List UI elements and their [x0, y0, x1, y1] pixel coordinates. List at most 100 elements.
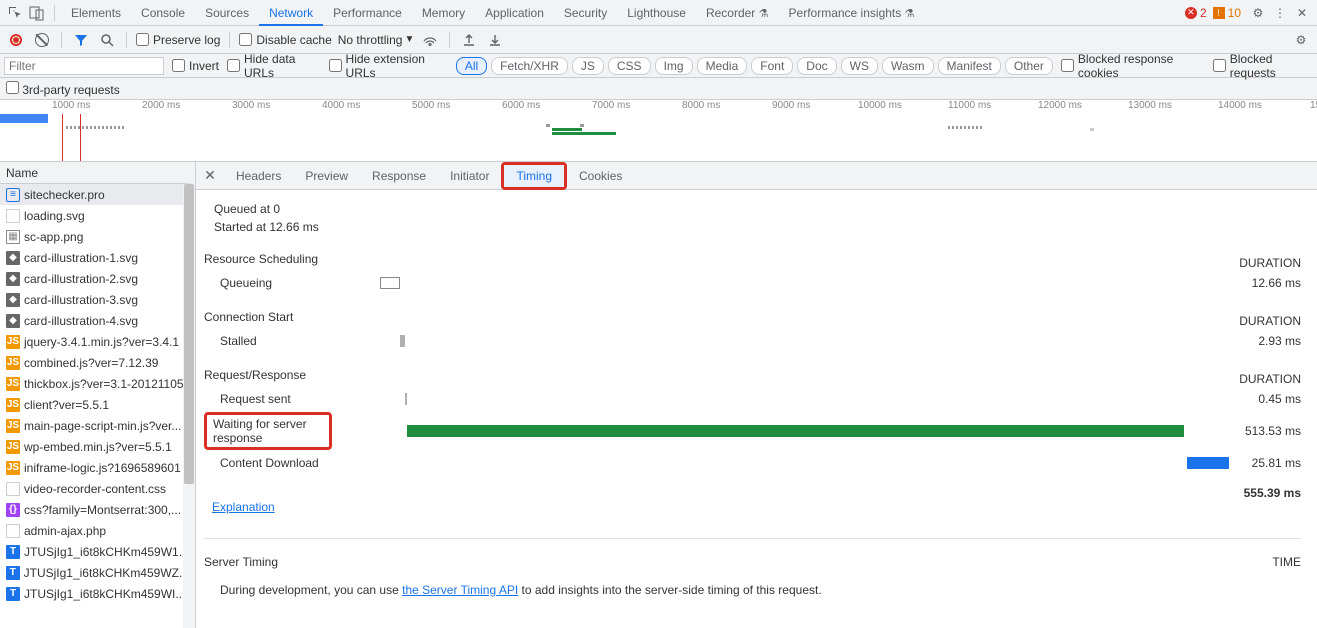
- scrollbar[interactable]: [183, 184, 195, 628]
- tab-network[interactable]: Network: [259, 0, 323, 26]
- request-name: loading.svg: [24, 209, 85, 223]
- preserve-log-checkbox[interactable]: Preserve log: [136, 33, 220, 47]
- request-row[interactable]: loading.svg: [0, 205, 195, 226]
- disable-cache-checkbox[interactable]: Disable cache: [239, 33, 331, 47]
- overview-timeline[interactable]: 1000 ms 2000 ms 3000 ms 4000 ms 5000 ms …: [0, 100, 1317, 162]
- request-row[interactable]: TJTUSjIg1_i6t8kCHKm459WI...: [0, 583, 195, 604]
- queueing-bar: [380, 277, 400, 289]
- network-settings-icon[interactable]: ⚙: [1291, 30, 1311, 50]
- close-details-icon[interactable]: ✕: [196, 167, 224, 184]
- throttling-dropdown[interactable]: No throttling ▼: [338, 33, 415, 47]
- request-row[interactable]: JSclient?ver=5.5.1: [0, 394, 195, 415]
- filter-fetch[interactable]: Fetch/XHR: [491, 57, 568, 75]
- tab-recorder[interactable]: Recorder ⚗: [696, 0, 779, 26]
- filter-ws[interactable]: WS: [841, 57, 878, 75]
- inspect-icon[interactable]: [4, 2, 26, 24]
- tab-performance[interactable]: Performance: [323, 0, 412, 26]
- request-row[interactable]: {}css?family=Montserrat:300,...: [0, 499, 195, 520]
- hide-extension-urls-checkbox[interactable]: Hide extension URLs: [329, 52, 448, 80]
- stalled-row: Stalled 2.93 ms: [204, 328, 1301, 354]
- close-devtools-icon[interactable]: ✕: [1291, 2, 1313, 24]
- invert-checkbox[interactable]: Invert: [172, 59, 219, 73]
- more-icon[interactable]: ⋮: [1269, 2, 1291, 24]
- import-har-icon[interactable]: [459, 30, 479, 50]
- separator: [126, 32, 127, 48]
- request-row[interactable]: ▦sc-app.png: [0, 226, 195, 247]
- request-sent-row: Request sent 0.45 ms: [204, 386, 1301, 412]
- request-row[interactable]: admin-ajax.php: [0, 520, 195, 541]
- tab-security[interactable]: Security: [554, 0, 617, 26]
- request-row[interactable]: JSthickbox.js?ver=3.1-20121105: [0, 373, 195, 394]
- blocked-requests-checkbox[interactable]: Blocked requests: [1213, 52, 1313, 80]
- clear-button[interactable]: [32, 30, 52, 50]
- content-download-label: Content Download: [204, 456, 380, 470]
- tab-preview[interactable]: Preview: [293, 162, 360, 190]
- filter-icon[interactable]: [71, 30, 91, 50]
- warnings-badge[interactable]: !10: [1213, 6, 1241, 20]
- blocked-cookies-checkbox[interactable]: Blocked response cookies: [1061, 52, 1205, 80]
- filter-input[interactable]: [4, 57, 164, 75]
- request-row[interactable]: ◆card-illustration-2.svg: [0, 268, 195, 289]
- hide-data-urls-checkbox[interactable]: Hide data URLs: [227, 52, 321, 80]
- request-name: card-illustration-2.svg: [24, 272, 138, 286]
- request-row[interactable]: JSmain-page-script-min.js?ver...: [0, 415, 195, 436]
- filter-wasm[interactable]: Wasm: [882, 57, 934, 75]
- request-row[interactable]: JScombined.js?ver=7.12.39: [0, 352, 195, 373]
- export-har-icon[interactable]: [485, 30, 505, 50]
- explanation-link[interactable]: Explanation: [212, 500, 275, 514]
- request-row[interactable]: TJTUSjIg1_i6t8kCHKm459W1...: [0, 541, 195, 562]
- settings-icon[interactable]: ⚙: [1247, 2, 1269, 24]
- tab-response[interactable]: Response: [360, 162, 438, 190]
- request-row[interactable]: ◆card-illustration-1.svg: [0, 247, 195, 268]
- tab-memory[interactable]: Memory: [412, 0, 475, 26]
- tab-application[interactable]: Application: [475, 0, 554, 26]
- filter-img[interactable]: Img: [655, 57, 693, 75]
- tab-console[interactable]: Console: [131, 0, 195, 26]
- tab-headers[interactable]: Headers: [224, 162, 293, 190]
- server-timing-api-link[interactable]: the Server Timing API: [402, 583, 518, 597]
- tab-timing[interactable]: Timing: [504, 165, 564, 187]
- request-row[interactable]: ◆card-illustration-4.svg: [0, 310, 195, 331]
- filter-manifest[interactable]: Manifest: [938, 57, 1001, 75]
- request-row[interactable]: ≡sitechecker.pro: [0, 184, 195, 205]
- network-conditions-icon[interactable]: [420, 30, 440, 50]
- request-row[interactable]: ◆card-illustration-3.svg: [0, 289, 195, 310]
- request-row[interactable]: video-recorder-content.css: [0, 478, 195, 499]
- duration-header: DURATION: [1221, 256, 1301, 270]
- main-split: Name ≡sitechecker.pro loading.svg ▦sc-app.…: [0, 162, 1317, 628]
- highlight-waiting: Waiting for server response: [204, 412, 332, 450]
- request-name: thickbox.js?ver=3.1-20121105: [24, 377, 184, 391]
- filter-other[interactable]: Other: [1005, 57, 1053, 75]
- request-name: sc-app.png: [24, 230, 83, 244]
- request-row[interactable]: JSiniframe-logic.js?1696589601: [0, 457, 195, 478]
- scroll-thumb[interactable]: [184, 184, 194, 484]
- third-party-checkbox[interactable]: 3rd-party requests: [6, 81, 120, 97]
- record-button[interactable]: [6, 30, 26, 50]
- request-row[interactable]: JSwp-embed.min.js?ver=5.5.1: [0, 436, 195, 457]
- domcontent-line: [80, 114, 81, 162]
- name-column-header[interactable]: Name: [0, 162, 195, 184]
- filter-js[interactable]: JS: [572, 57, 604, 75]
- filter-font[interactable]: Font: [751, 57, 793, 75]
- filter-all[interactable]: All: [456, 57, 487, 75]
- tab-sources[interactable]: Sources: [195, 0, 259, 26]
- tab-lighthouse[interactable]: Lighthouse: [617, 0, 696, 26]
- request-row[interactable]: TJTUSjIg1_i6t8kCHKm459WZ...: [0, 562, 195, 583]
- tab-initiator[interactable]: Initiator: [438, 162, 501, 190]
- tab-cookies[interactable]: Cookies: [567, 162, 634, 190]
- search-icon[interactable]: [97, 30, 117, 50]
- devtools-tabstrip: Elements Console Sources Network Perform…: [0, 0, 1317, 26]
- device-toggle-icon[interactable]: [26, 2, 48, 24]
- tab-elements[interactable]: Elements: [61, 0, 131, 26]
- request-row[interactable]: JSjquery-3.4.1.min.js?ver=3.4.1: [0, 331, 195, 352]
- tab-perf-insights[interactable]: Performance insights ⚗: [779, 0, 925, 26]
- separator: [449, 32, 450, 48]
- errors-badge[interactable]: ✕2: [1185, 6, 1207, 20]
- request-name: admin-ajax.php: [24, 524, 106, 538]
- request-sent-bar: [405, 393, 407, 405]
- server-timing-text: During development, you can use the Serv…: [220, 583, 1301, 597]
- waiting-duration: 513.53 ms: [1229, 424, 1301, 438]
- filter-doc[interactable]: Doc: [797, 57, 836, 75]
- filter-css[interactable]: CSS: [608, 57, 651, 75]
- filter-media[interactable]: Media: [697, 57, 748, 75]
